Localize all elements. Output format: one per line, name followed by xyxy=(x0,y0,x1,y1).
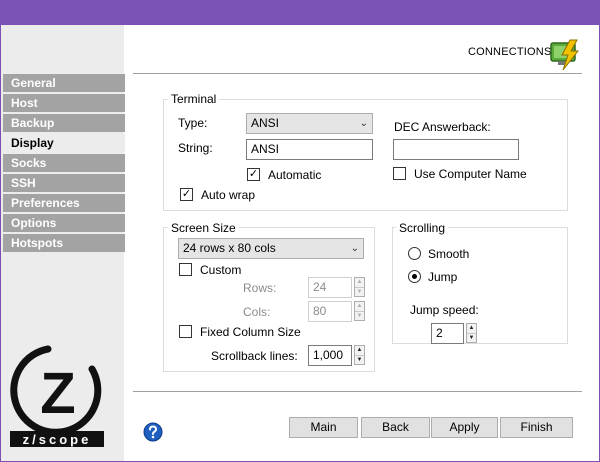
spin-up-icon[interactable]: ▲ xyxy=(355,278,364,287)
logo-letter: Z xyxy=(40,361,75,426)
spin-down-icon[interactable]: ▼ xyxy=(355,287,364,296)
spin-down-icon[interactable]: ▼ xyxy=(467,333,476,342)
type-select[interactable]: ANSI ⌄ xyxy=(246,113,373,134)
rows-spinner[interactable]: ▲ ▼ xyxy=(354,277,365,297)
apply-button[interactable]: Apply xyxy=(431,417,498,438)
auto-wrap-label: Auto wrap xyxy=(201,188,256,202)
sidebar-item-options[interactable]: Options xyxy=(3,214,125,232)
lightning-monitor-icon[interactable] xyxy=(548,38,582,72)
chevron-down-icon: ⌄ xyxy=(359,118,368,129)
use-computer-name-label: Use Computer Name xyxy=(414,167,527,181)
screen-size-group-title: Screen Size xyxy=(168,221,239,235)
sidebar-item-socks[interactable]: Socks xyxy=(3,154,125,172)
cols-spinner[interactable]: ▲ ▼ xyxy=(354,301,365,321)
scrolling-group-title: Scrolling xyxy=(396,221,449,235)
cols-label: Cols: xyxy=(243,305,271,319)
jump-radio[interactable] xyxy=(408,270,421,283)
fixed-column-label: Fixed Column Size xyxy=(200,325,301,339)
footer-divider xyxy=(133,391,582,392)
string-input[interactable]: ANSI xyxy=(246,139,373,160)
automatic-checkbox[interactable]: ✓ xyxy=(247,168,260,181)
scrolling-group xyxy=(392,227,568,344)
checkmark-icon: ✓ xyxy=(248,168,259,180)
scrollback-input[interactable]: 1,000 xyxy=(308,345,352,366)
custom-label: Custom xyxy=(200,263,242,277)
connections-label[interactable]: CONNECTIONS xyxy=(468,46,551,58)
jump-speed-spinner[interactable]: ▲ ▼ xyxy=(466,323,477,343)
chevron-down-icon: ⌄ xyxy=(350,243,359,254)
help-icon[interactable] xyxy=(143,422,163,442)
main-button[interactable]: Main xyxy=(289,417,358,438)
dec-answerback-label: DEC Answerback: xyxy=(394,120,491,134)
sidebar-item-general[interactable]: General xyxy=(3,74,125,92)
dec-answerback-input[interactable] xyxy=(393,139,519,160)
rows-input[interactable]: 24 xyxy=(308,277,352,298)
zscope-logo: Z z/scope xyxy=(10,345,104,447)
scrollback-spinner[interactable]: ▲ ▼ xyxy=(354,345,365,365)
sidebar-item-display[interactable]: Display xyxy=(3,134,125,152)
automatic-label: Automatic xyxy=(268,168,322,182)
sidebar-item-preferences[interactable]: Preferences xyxy=(3,194,125,212)
smooth-label: Smooth xyxy=(428,247,470,261)
back-button[interactable]: Back xyxy=(361,417,430,438)
jump-speed-input[interactable]: 2 xyxy=(431,323,464,344)
checkmark-icon: ✓ xyxy=(181,188,192,200)
jump-label: Jump xyxy=(428,270,458,284)
custom-checkbox[interactable] xyxy=(179,263,192,276)
screen-size-select[interactable]: 24 rows x 80 cols ⌄ xyxy=(178,238,364,259)
type-select-value: ANSI xyxy=(251,116,280,130)
spin-up-icon[interactable]: ▲ xyxy=(467,324,476,333)
sidebar-item-host[interactable]: Host xyxy=(3,94,125,112)
radio-selected-dot xyxy=(412,274,417,279)
window-titlebar[interactable] xyxy=(0,0,600,25)
sidebar-item-hotspots[interactable]: Hotspots xyxy=(3,234,125,252)
fixed-column-checkbox[interactable] xyxy=(179,325,192,338)
finish-button[interactable]: Finish xyxy=(500,417,573,438)
logo-wordmark: z/scope xyxy=(23,432,92,447)
spin-up-icon[interactable]: ▲ xyxy=(355,302,364,311)
scrollback-label: Scrollback lines: xyxy=(211,349,298,363)
type-label: Type: xyxy=(178,116,208,130)
spin-up-icon[interactable]: ▲ xyxy=(355,346,364,355)
auto-wrap-checkbox[interactable]: ✓ xyxy=(180,188,193,201)
header-divider xyxy=(133,73,582,74)
sidebar-item-backup[interactable]: Backup xyxy=(3,114,125,132)
sidebar-item-ssh[interactable]: SSH xyxy=(3,174,125,192)
use-computer-name-checkbox[interactable] xyxy=(393,167,406,180)
string-label: String: xyxy=(178,141,213,155)
spin-down-icon[interactable]: ▼ xyxy=(355,311,364,320)
jump-speed-label: Jump speed: xyxy=(410,303,479,317)
spin-down-icon[interactable]: ▼ xyxy=(355,355,364,364)
rows-label: Rows: xyxy=(243,281,277,295)
terminal-group-title: Terminal xyxy=(168,92,220,106)
smooth-radio[interactable] xyxy=(408,247,421,260)
cols-input[interactable]: 80 xyxy=(308,301,352,322)
screen-size-select-value: 24 rows x 80 cols xyxy=(183,241,276,255)
